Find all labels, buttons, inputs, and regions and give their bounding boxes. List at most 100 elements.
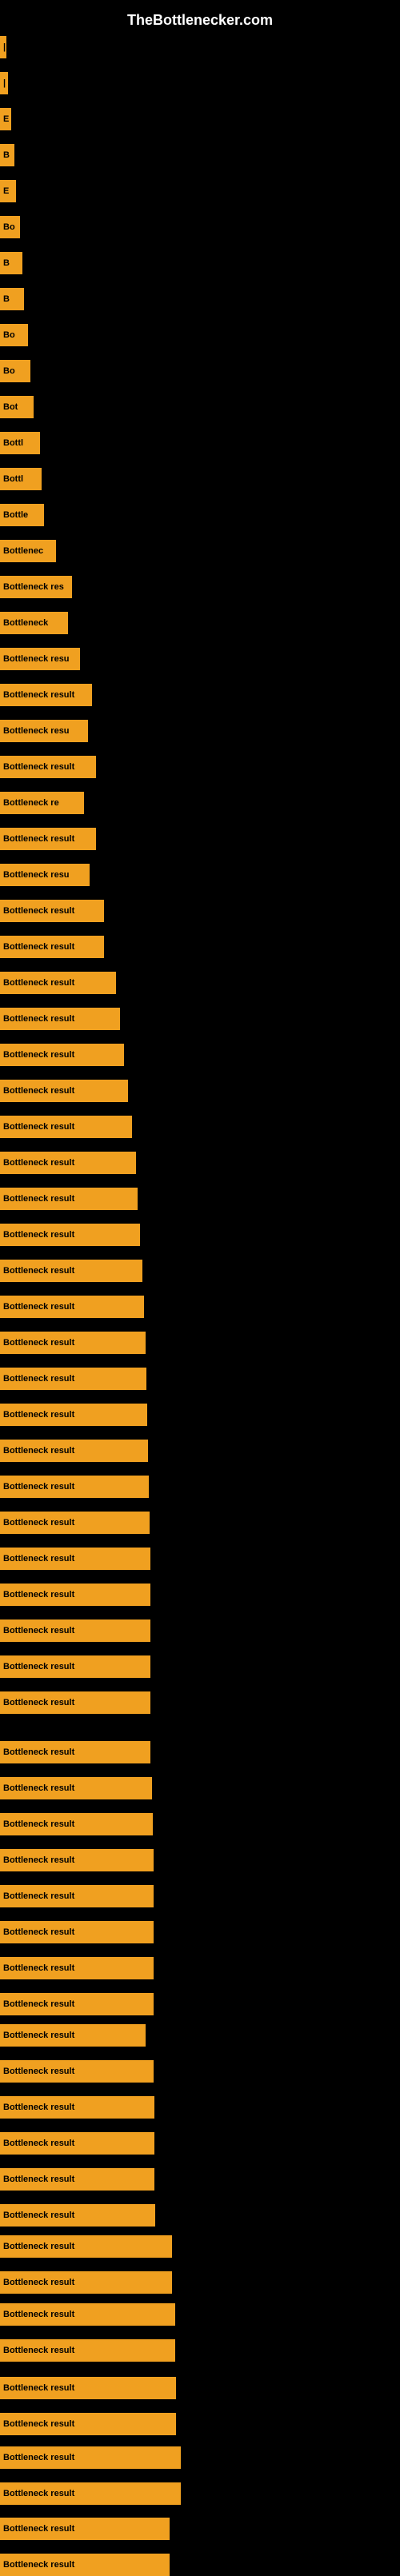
bar-14: Bottlenec	[0, 540, 56, 562]
bar-49: Bottleneck result	[0, 1813, 153, 1835]
bar-label-12: Bottl	[3, 474, 23, 484]
bar-51: Bottleneck result	[0, 1885, 154, 1907]
bar-3: B	[0, 144, 14, 166]
bar-row-8: Bo	[0, 324, 28, 346]
bar-38: Bottleneck result	[0, 1404, 147, 1426]
bar-row-69: Bottleneck result	[0, 2518, 170, 2540]
bar-29: Bottleneck result	[0, 1080, 128, 1102]
bar-row-17: Bottleneck resu	[0, 648, 80, 670]
bar-row-61: Bottleneck result	[0, 2235, 172, 2258]
bar-row-16: Bottleneck	[0, 612, 68, 634]
bar-row-45: Bottleneck result	[0, 1655, 150, 1678]
bar-1: |	[0, 72, 8, 94]
bar-69: Bottleneck result	[0, 2518, 170, 2540]
bar-label-6: B	[3, 258, 10, 268]
bar-label-59: Bottleneck result	[3, 2175, 74, 2184]
bar-label-34: Bottleneck result	[3, 1266, 74, 1276]
bar-row-51: Bottleneck result	[0, 1885, 154, 1907]
bar-row-13: Bottle	[0, 504, 44, 526]
bar-row-66: Bottleneck result	[0, 2413, 176, 2435]
bar-row-65: Bottleneck result	[0, 2377, 176, 2399]
bar-row-26: Bottleneck result	[0, 972, 116, 994]
bar-label-64: Bottleneck result	[3, 2346, 74, 2355]
bar-label-55: Bottleneck result	[3, 2031, 74, 2040]
bar-47: Bottleneck result	[0, 1741, 150, 1763]
bar-24: Bottleneck result	[0, 900, 104, 922]
bar-label-49: Bottleneck result	[3, 1819, 74, 1829]
bar-row-3: B	[0, 144, 14, 166]
bar-label-0: |	[3, 42, 6, 52]
bar-65: Bottleneck result	[0, 2377, 176, 2399]
bar-7: B	[0, 288, 24, 310]
bar-row-36: Bottleneck result	[0, 1332, 146, 1354]
bar-56: Bottleneck result	[0, 2060, 154, 2083]
bar-row-46: Bottleneck result	[0, 1691, 150, 1714]
bar-row-44: Bottleneck result	[0, 1619, 150, 1642]
bar-row-47: Bottleneck result	[0, 1741, 150, 1763]
bar-row-52: Bottleneck result	[0, 1921, 154, 1943]
bar-label-39: Bottleneck result	[3, 1446, 74, 1456]
bar-row-38: Bottleneck result	[0, 1404, 147, 1426]
bar-label-11: Bottl	[3, 438, 23, 448]
bar-row-0: |	[0, 36, 6, 58]
bar-34: Bottleneck result	[0, 1260, 142, 1282]
bar-row-62: Bottleneck result	[0, 2271, 172, 2294]
bar-row-43: Bottleneck result	[0, 1584, 150, 1606]
bar-31: Bottleneck result	[0, 1152, 136, 1174]
bar-label-7: B	[3, 294, 10, 304]
bar-row-20: Bottleneck result	[0, 756, 96, 778]
bar-label-25: Bottleneck result	[3, 942, 74, 952]
bar-label-26: Bottleneck result	[3, 978, 74, 988]
bar-13: Bottle	[0, 504, 44, 526]
bar-row-63: Bottleneck result	[0, 2303, 175, 2326]
bar-label-61: Bottleneck result	[3, 2242, 74, 2251]
bar-row-28: Bottleneck result	[0, 1044, 124, 1066]
bar-2: E	[0, 108, 11, 130]
bar-row-33: Bottleneck result	[0, 1224, 140, 1246]
bar-label-51: Bottleneck result	[3, 1891, 74, 1901]
bar-label-17: Bottleneck resu	[3, 654, 70, 664]
bar-label-52: Bottleneck result	[3, 1927, 74, 1937]
bar-label-65: Bottleneck result	[3, 2383, 74, 2393]
bar-15: Bottleneck res	[0, 576, 72, 598]
bar-label-32: Bottleneck result	[3, 1194, 74, 1204]
bar-label-9: Bo	[3, 366, 15, 376]
bar-row-24: Bottleneck result	[0, 900, 104, 922]
bar-63: Bottleneck result	[0, 2303, 175, 2326]
bar-row-68: Bottleneck result	[0, 2482, 181, 2505]
bar-label-68: Bottleneck result	[3, 2489, 74, 2498]
bar-67: Bottleneck result	[0, 2446, 181, 2469]
bar-label-29: Bottleneck result	[3, 1086, 74, 1096]
bar-label-56: Bottleneck result	[3, 2067, 74, 2076]
bar-row-1: |	[0, 72, 8, 94]
bar-label-58: Bottleneck result	[3, 2139, 74, 2148]
bar-41: Bottleneck result	[0, 1512, 150, 1534]
bar-row-6: B	[0, 252, 22, 274]
bar-label-22: Bottleneck result	[3, 834, 74, 844]
bar-row-10: Bot	[0, 396, 34, 418]
bar-row-64: Bottleneck result	[0, 2339, 175, 2362]
bar-row-48: Bottleneck result	[0, 1777, 152, 1799]
bar-61: Bottleneck result	[0, 2235, 172, 2258]
bar-label-38: Bottleneck result	[3, 1410, 74, 1420]
bar-21: Bottleneck re	[0, 792, 84, 814]
bar-row-40: Bottleneck result	[0, 1476, 149, 1498]
bar-18: Bottleneck result	[0, 684, 92, 706]
bar-label-8: Bo	[3, 330, 15, 340]
bar-52: Bottleneck result	[0, 1921, 154, 1943]
bar-label-46: Bottleneck result	[3, 1698, 74, 1707]
bar-label-24: Bottleneck result	[3, 906, 74, 916]
bar-35: Bottleneck result	[0, 1296, 144, 1318]
bar-42: Bottleneck result	[0, 1548, 150, 1570]
bar-label-40: Bottleneck result	[3, 1482, 74, 1492]
bar-37: Bottleneck result	[0, 1368, 146, 1390]
bar-label-28: Bottleneck result	[3, 1050, 74, 1060]
bar-row-29: Bottleneck result	[0, 1080, 128, 1102]
bar-59: Bottleneck result	[0, 2168, 154, 2191]
bar-label-5: Bo	[3, 222, 15, 232]
bar-label-36: Bottleneck result	[3, 1338, 74, 1348]
bar-label-50: Bottleneck result	[3, 1855, 74, 1865]
bar-label-18: Bottleneck result	[3, 690, 74, 700]
bar-row-2: E	[0, 108, 11, 130]
bar-20: Bottleneck result	[0, 756, 96, 778]
